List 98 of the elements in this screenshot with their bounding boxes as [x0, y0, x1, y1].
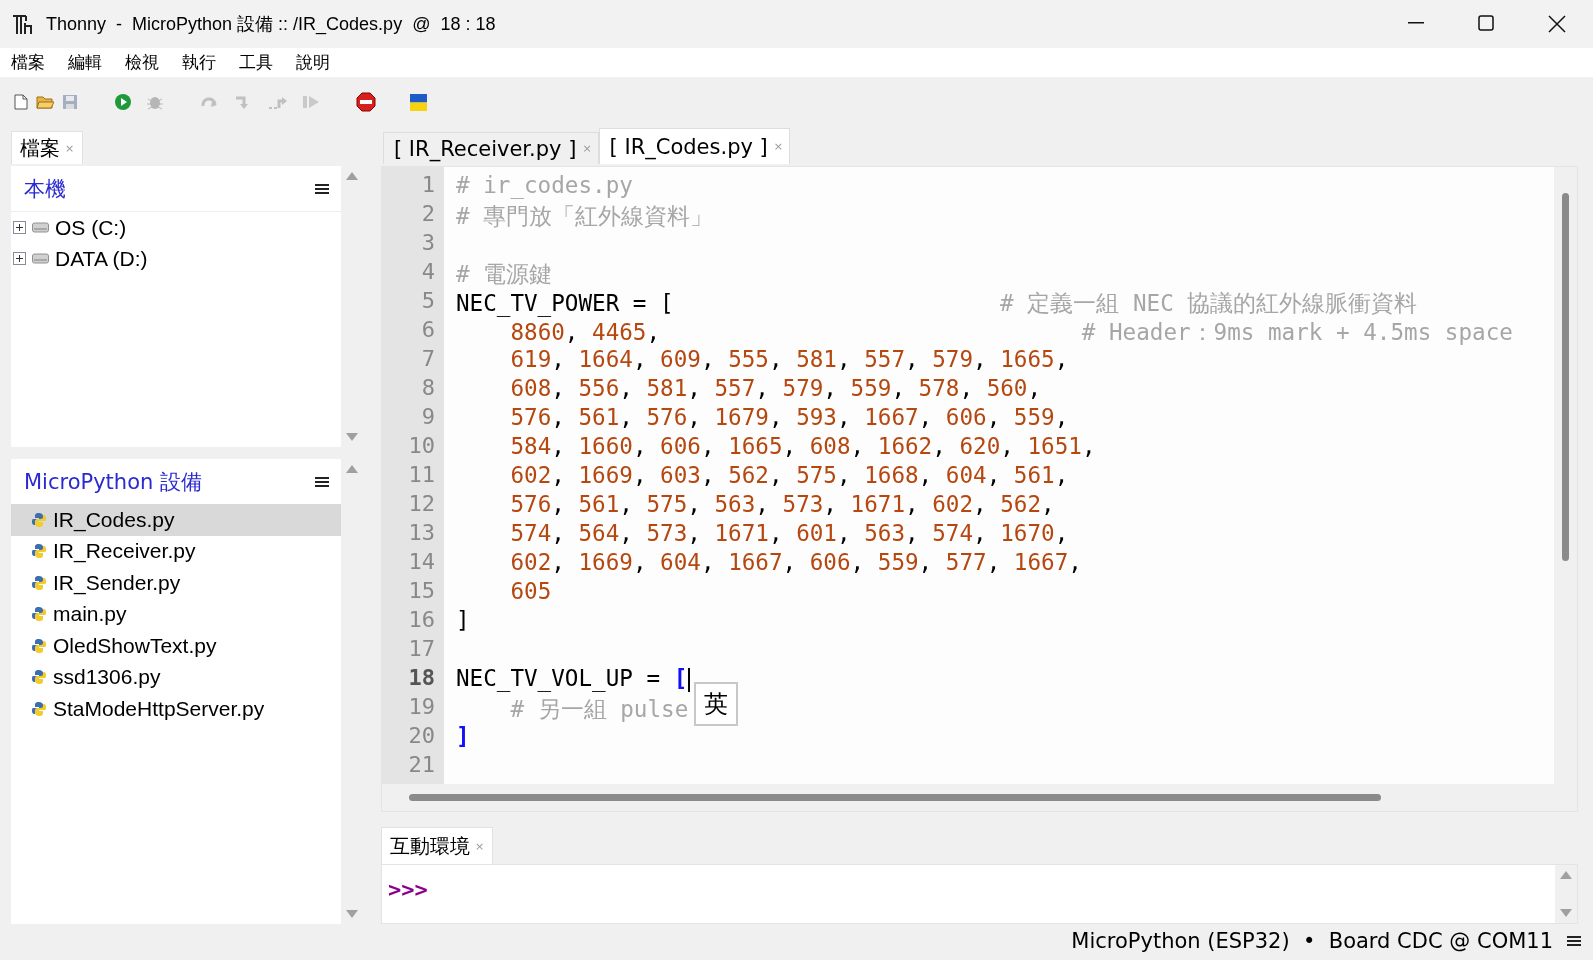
- line-number: 11: [407, 462, 436, 489]
- code-line: NEC_TV_VOL_UP = [: [456, 665, 691, 694]
- folder-icon: [36, 94, 54, 110]
- code-line: 576, 561, 576, 1679, 593, 1667, 606, 559,: [509, 404, 1069, 432]
- line-number: 13: [407, 520, 436, 547]
- file-item[interactable]: OledShowText.py: [11, 630, 341, 662]
- window-title: Thonny - MicroPython 設備 :: /IR_Codes.py @ 18 : 18: [46, 13, 497, 36]
- line-number: 5: [420, 288, 436, 315]
- python-file-icon: [31, 700, 47, 717]
- tree-item[interactable]: OS (C:): [55, 215, 127, 240]
- run-icon: [114, 93, 132, 111]
- line-number: 2: [420, 201, 436, 228]
- code-line: 584, 1660, 606, 1665, 608, 1662, 620, 1651,: [509, 433, 1096, 461]
- code-line: 576, 561, 575, 563, 573, 1671, 602, 562,: [509, 491, 1055, 519]
- line-number: 17: [407, 636, 436, 663]
- line-number: 20: [407, 723, 436, 750]
- python-file-icon: [31, 637, 47, 654]
- menu-item[interactable]: 檔案: [4, 49, 52, 76]
- close-icon[interactable]: [1548, 15, 1566, 33]
- line-number: 1: [420, 172, 436, 199]
- file-item[interactable]: IR_Codes.py: [11, 504, 341, 536]
- python-file-icon: [31, 574, 47, 591]
- python-file-icon: [31, 543, 47, 560]
- drive-icon: [32, 222, 49, 233]
- code-line: NEC_TV_POWER = [ # 定義一組 NEC 協議的紅外線脈衝資料: [456, 289, 1418, 317]
- editor-tab[interactable]: [ IR_Receiver.py ] ×: [383, 132, 599, 164]
- flag-icon: [410, 93, 427, 111]
- scrollbar-thumb[interactable]: [409, 794, 1381, 801]
- panel-tab[interactable]: 檔案 ×: [11, 131, 84, 164]
- line-number: 7: [420, 346, 436, 373]
- menu-icon[interactable]: [315, 182, 329, 195]
- expand-icon[interactable]: [13, 221, 26, 234]
- menu-item[interactable]: 工具: [232, 49, 280, 76]
- line-number: 21: [407, 752, 436, 779]
- line-number: 14: [407, 549, 436, 576]
- code-line: # 另一組 pulse: [509, 695, 689, 723]
- text-cursor: [688, 667, 691, 692]
- status-text: MicroPython (ESP32) • Board CDC @ COM11: [1071, 929, 1553, 953]
- menu-icon[interactable]: [1567, 935, 1581, 947]
- line-number: 4: [420, 259, 436, 286]
- maximize-icon[interactable]: [1478, 15, 1494, 31]
- scroll-up-icon[interactable]: [346, 465, 358, 473]
- file-item[interactable]: StaModeHttpServer.py: [11, 693, 341, 725]
- code-line: 602, 1669, 604, 1667, 606, 559, 577, 1667,: [509, 549, 1082, 577]
- code-line: # ir_codes.py: [456, 172, 633, 201]
- line-number: 19: [407, 694, 436, 721]
- code-line: ]: [456, 607, 470, 635]
- line-number: 6: [420, 317, 436, 344]
- code-line: 608, 556, 581, 557, 579, 559, 578, 560,: [509, 375, 1042, 403]
- line-number: 8: [420, 375, 436, 402]
- shell-prompt: >>>: [388, 877, 428, 902]
- line-number: 16: [407, 607, 436, 634]
- code-line: 574, 564, 573, 1671, 601, 563, 574, 1670,: [509, 520, 1069, 548]
- file-item[interactable]: main.py: [11, 598, 341, 630]
- line-number: 3: [420, 230, 436, 257]
- line-number: 18: [407, 665, 436, 692]
- line-number: 12: [407, 491, 436, 518]
- tab-label: 檔案: [20, 134, 60, 162]
- scroll-down-icon[interactable]: [346, 910, 358, 918]
- new-file-icon: [14, 94, 28, 110]
- save-icon: [62, 94, 78, 110]
- editor-tab[interactable]: [ IR_Codes.py ] ×: [598, 128, 790, 164]
- file-item[interactable]: IR_Sender.py: [11, 567, 341, 599]
- menu-item[interactable]: 執行: [175, 49, 223, 76]
- scroll-up-icon[interactable]: [1560, 871, 1572, 879]
- panel-title: MicroPython 設備: [24, 468, 202, 496]
- code-line: ]: [456, 723, 470, 751]
- code-line: # 專門放「紅外線資料」: [456, 202, 714, 230]
- code-line: 602, 1669, 603, 562, 575, 1668, 604, 561,: [509, 462, 1069, 490]
- menu-item[interactable]: 編輯: [61, 49, 109, 76]
- scroll-up-icon[interactable]: [346, 172, 358, 180]
- code-line: 8860, 4465, # Header：9ms mark + 4.5ms space: [509, 318, 1513, 346]
- file-item[interactable]: IR_Receiver.py: [11, 535, 341, 567]
- python-file-icon: [31, 669, 47, 686]
- input-method-popup: 英: [694, 682, 738, 726]
- menu-item[interactable]: 檢視: [118, 49, 166, 76]
- drive-icon: [32, 253, 49, 264]
- expand-icon[interactable]: [13, 252, 26, 265]
- step-out-icon: [268, 94, 288, 110]
- python-file-icon: [31, 511, 47, 528]
- scroll-down-icon[interactable]: [1560, 909, 1572, 917]
- code-line: 605: [509, 578, 552, 606]
- line-number: 15: [407, 578, 436, 605]
- python-file-icon: [31, 606, 47, 623]
- tree-item[interactable]: DATA (D:): [55, 246, 148, 271]
- menu-icon[interactable]: [315, 475, 329, 488]
- panel-tab[interactable]: 互動環境 ×: [381, 827, 494, 864]
- resume-icon: [302, 94, 320, 110]
- menu-item[interactable]: 說明: [289, 49, 337, 76]
- scroll-down-icon[interactable]: [346, 433, 358, 441]
- stop-icon: [356, 92, 376, 112]
- scrollbar-thumb[interactable]: [1562, 193, 1569, 561]
- line-number: 10: [407, 433, 436, 460]
- code-line: 619, 1664, 609, 555, 581, 557, 579, 1665,: [509, 346, 1069, 374]
- panel-title: 本機: [24, 175, 66, 203]
- file-item[interactable]: ssd1306.py: [11, 661, 341, 693]
- code-line: # 電源鍵: [456, 260, 553, 288]
- line-number: 9: [420, 404, 436, 431]
